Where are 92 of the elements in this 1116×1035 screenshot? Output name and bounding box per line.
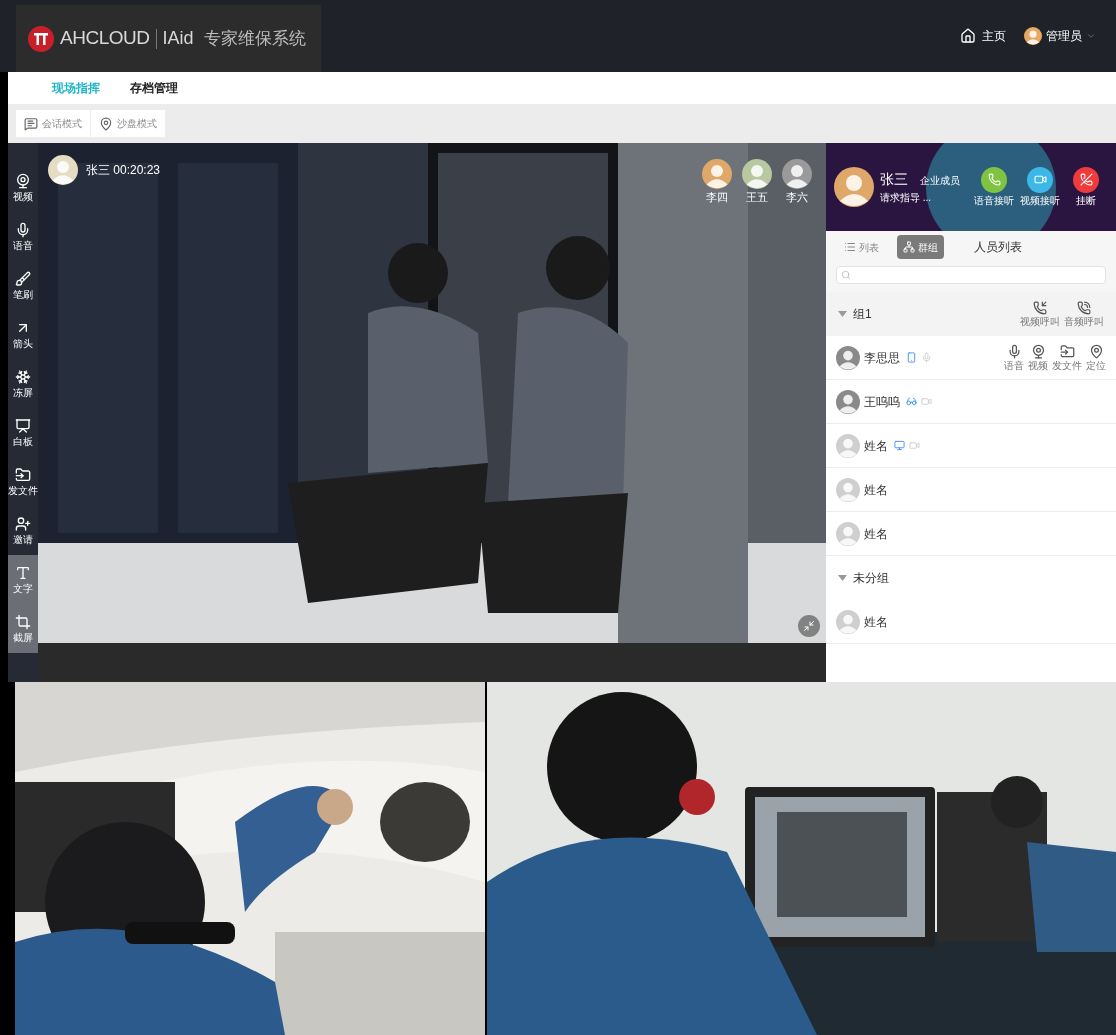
folder-icon xyxy=(1059,344,1075,359)
snowflake-icon xyxy=(15,369,31,385)
monitor-icon xyxy=(894,440,905,451)
caller-avatar xyxy=(834,167,874,207)
product-name: IAid xyxy=(162,27,194,50)
webcam-icon xyxy=(15,173,31,189)
crop-icon xyxy=(15,614,31,630)
pin-icon xyxy=(1088,344,1104,359)
member-name: 姓名 xyxy=(864,481,888,499)
member-avatar xyxy=(836,477,860,502)
member-name: 王呜呜 xyxy=(864,393,900,411)
phone-icon xyxy=(987,173,1001,187)
glasses-icon xyxy=(906,396,917,407)
pin-icon xyxy=(99,116,113,131)
group-header[interactable]: 组1 视频呼叫 音频呼叫 xyxy=(826,292,1116,336)
caller-name: 张三 xyxy=(880,170,908,189)
microphone-icon xyxy=(1006,344,1022,359)
user-avatar xyxy=(1024,27,1042,45)
text-icon xyxy=(15,565,31,581)
call-action-button[interactable]: 视频接听 xyxy=(1018,166,1062,208)
group-call-button[interactable]: 视频呼叫 xyxy=(1020,301,1060,327)
user-menu[interactable]: 管理员 xyxy=(1024,27,1096,45)
member-action-button[interactable]: 视频 xyxy=(1028,344,1048,371)
panel-tab[interactable]: 列表 xyxy=(838,235,885,259)
member-name: 李思思 xyxy=(864,349,900,367)
hierarchy-icon xyxy=(903,241,915,253)
search-icon xyxy=(841,270,851,280)
caller-avatar xyxy=(48,155,78,185)
tool-button[interactable]: 发文件 xyxy=(8,457,38,506)
participant-avatar xyxy=(742,159,772,189)
member-action-button[interactable]: 定位 xyxy=(1086,344,1106,371)
exit-fullscreen-button[interactable] xyxy=(798,615,820,637)
tool-button[interactable]: 文字 xyxy=(8,555,38,604)
tool-button[interactable]: 冻屏 xyxy=(8,359,38,408)
group-call-button[interactable]: 音频呼叫 xyxy=(1064,301,1104,327)
list-icon xyxy=(844,241,856,253)
call-action-button[interactable]: 挂断 xyxy=(1064,166,1108,208)
tool-button[interactable]: 视频 xyxy=(8,163,38,212)
group-name: 组1 xyxy=(853,306,872,323)
tool-button[interactable]: 截屏 xyxy=(8,604,38,653)
brand-name: AHCLOUD xyxy=(60,26,150,51)
microphone-icon xyxy=(15,222,31,238)
member-name: 姓名 xyxy=(864,525,888,543)
presentation-icon xyxy=(15,418,31,434)
camera-icon xyxy=(921,396,932,407)
caller-timer: 张三 00:20:23 xyxy=(86,162,161,179)
call-message: 请求指导 ... xyxy=(880,191,933,205)
panel-tab[interactable]: 群组 xyxy=(897,235,944,259)
home-link[interactable]: 主页 xyxy=(960,27,1006,45)
call-action-button[interactable]: 语音接听 xyxy=(972,166,1016,208)
message-icon xyxy=(24,116,38,131)
phone-icon xyxy=(906,352,917,363)
phone-icon xyxy=(1033,301,1047,315)
camera-icon xyxy=(909,440,920,451)
nav-tab[interactable]: 存档管理 xyxy=(130,79,178,97)
participant-name: 王五 xyxy=(746,190,768,205)
member-avatar xyxy=(836,521,860,546)
member-action-button[interactable]: 语音 xyxy=(1004,344,1024,371)
member-name: 姓名 xyxy=(864,613,888,631)
member-avatar xyxy=(836,389,860,414)
member-action-button[interactable]: 发文件 xyxy=(1052,344,1082,371)
logo-icon xyxy=(28,25,54,52)
caller-role: 企业成员 xyxy=(920,174,960,188)
participant-avatar xyxy=(702,159,732,189)
member-avatar xyxy=(836,609,860,634)
participant-name: 李四 xyxy=(706,190,728,205)
member-avatar xyxy=(836,433,860,458)
tool-button[interactable]: 语音 xyxy=(8,212,38,261)
group-name: 未分组 xyxy=(853,570,889,587)
minimize-icon xyxy=(803,620,815,632)
user-plus-icon xyxy=(15,516,31,532)
system-name: 专家维保系统 xyxy=(203,27,306,50)
folder-icon xyxy=(15,467,31,483)
member-avatar xyxy=(836,345,860,370)
participant-name: 李六 xyxy=(786,190,808,205)
hang-up-icon xyxy=(1079,173,1093,187)
brush-icon xyxy=(15,271,31,287)
tool-button[interactable]: 白板 xyxy=(8,408,38,457)
phone-icon xyxy=(1077,301,1091,315)
tool-button[interactable]: 笔刷 xyxy=(8,261,38,310)
member-name: 姓名 xyxy=(864,437,888,455)
tool-button[interactable]: 邀请 xyxy=(8,506,38,555)
microphone-icon xyxy=(921,352,932,363)
search-field[interactable] xyxy=(836,266,1106,284)
participant-avatar xyxy=(782,159,812,189)
home-icon xyxy=(960,28,976,44)
mode-button[interactable]: 会话模式 xyxy=(16,110,91,137)
mode-button[interactable]: 沙盘模式 xyxy=(91,110,166,137)
panel-title: 人员列表 xyxy=(974,239,1022,256)
tool-button[interactable]: 箭头 xyxy=(8,310,38,359)
caret-icon xyxy=(1086,31,1096,41)
webcam-icon xyxy=(1030,344,1046,359)
